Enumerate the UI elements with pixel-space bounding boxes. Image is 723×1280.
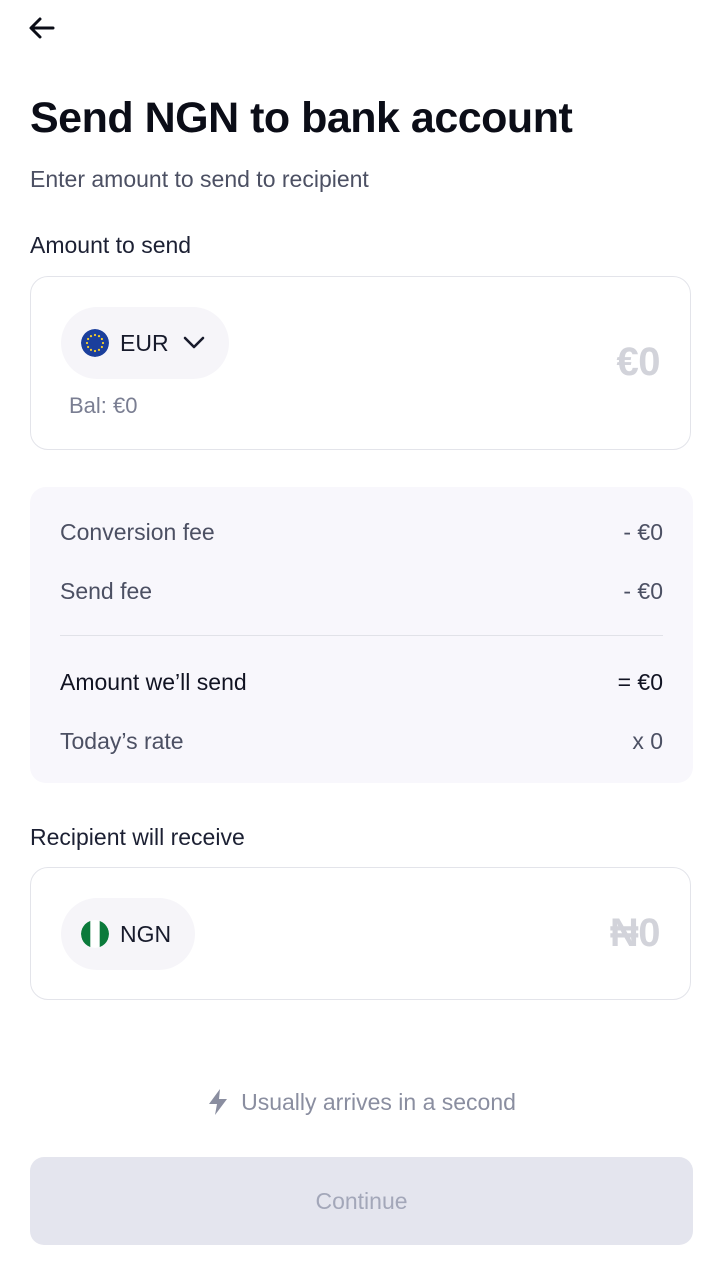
fee-breakdown: Conversion fee - €0 Send fee - €0 Amount…	[30, 487, 693, 783]
conversion-fee-value: - €0	[623, 519, 663, 545]
ng-flag-icon	[81, 920, 109, 948]
conversion-fee-row: Conversion fee - €0	[60, 519, 663, 546]
rate-value: x 0	[632, 728, 663, 754]
amount-send-row: Amount we’ll send = €0	[60, 669, 663, 696]
receive-currency-code: NGN	[120, 920, 172, 947]
send-currency-code: EUR	[120, 329, 169, 356]
receive-amount-card: NGN ₦0	[30, 867, 691, 1000]
recipient-receive-label: Recipient will receive	[30, 824, 245, 850]
amount-to-send-label: Amount to send	[30, 232, 192, 258]
continue-button[interactable]: Continue	[30, 1157, 693, 1245]
chevron-down-icon	[183, 336, 205, 350]
arrival-notice: Usually arrives in a second	[0, 1088, 723, 1116]
lightning-icon	[209, 1089, 228, 1115]
fee-divider	[60, 635, 663, 636]
page-subtitle: Enter amount to send to recipient	[30, 166, 369, 192]
arrow-left-icon	[29, 17, 55, 39]
arrival-text: Usually arrives in a second	[241, 1088, 516, 1115]
conversion-fee-label: Conversion fee	[60, 519, 215, 545]
amount-send-label: Amount we’ll send	[60, 669, 247, 695]
eu-flag-icon	[81, 329, 109, 357]
back-button[interactable]	[26, 12, 58, 44]
rate-row: Today’s rate x 0	[60, 728, 663, 755]
receive-currency-pill: NGN	[61, 898, 196, 970]
send-amount-card: EUR Bal: €0 €0	[30, 276, 691, 450]
send-fee-value: - €0	[623, 578, 663, 604]
send-currency-selector[interactable]: EUR	[61, 307, 229, 379]
send-amount-input[interactable]: €0	[617, 340, 661, 385]
send-fee-label: Send fee	[60, 578, 153, 604]
send-fee-row: Send fee - €0	[60, 578, 663, 605]
rate-label: Today’s rate	[60, 728, 184, 754]
send-balance: Bal: €0	[69, 393, 138, 418]
page-title: Send NGN to bank account	[30, 94, 573, 142]
amount-send-value: = €0	[617, 669, 663, 695]
receive-amount-value: ₦0	[609, 911, 661, 955]
